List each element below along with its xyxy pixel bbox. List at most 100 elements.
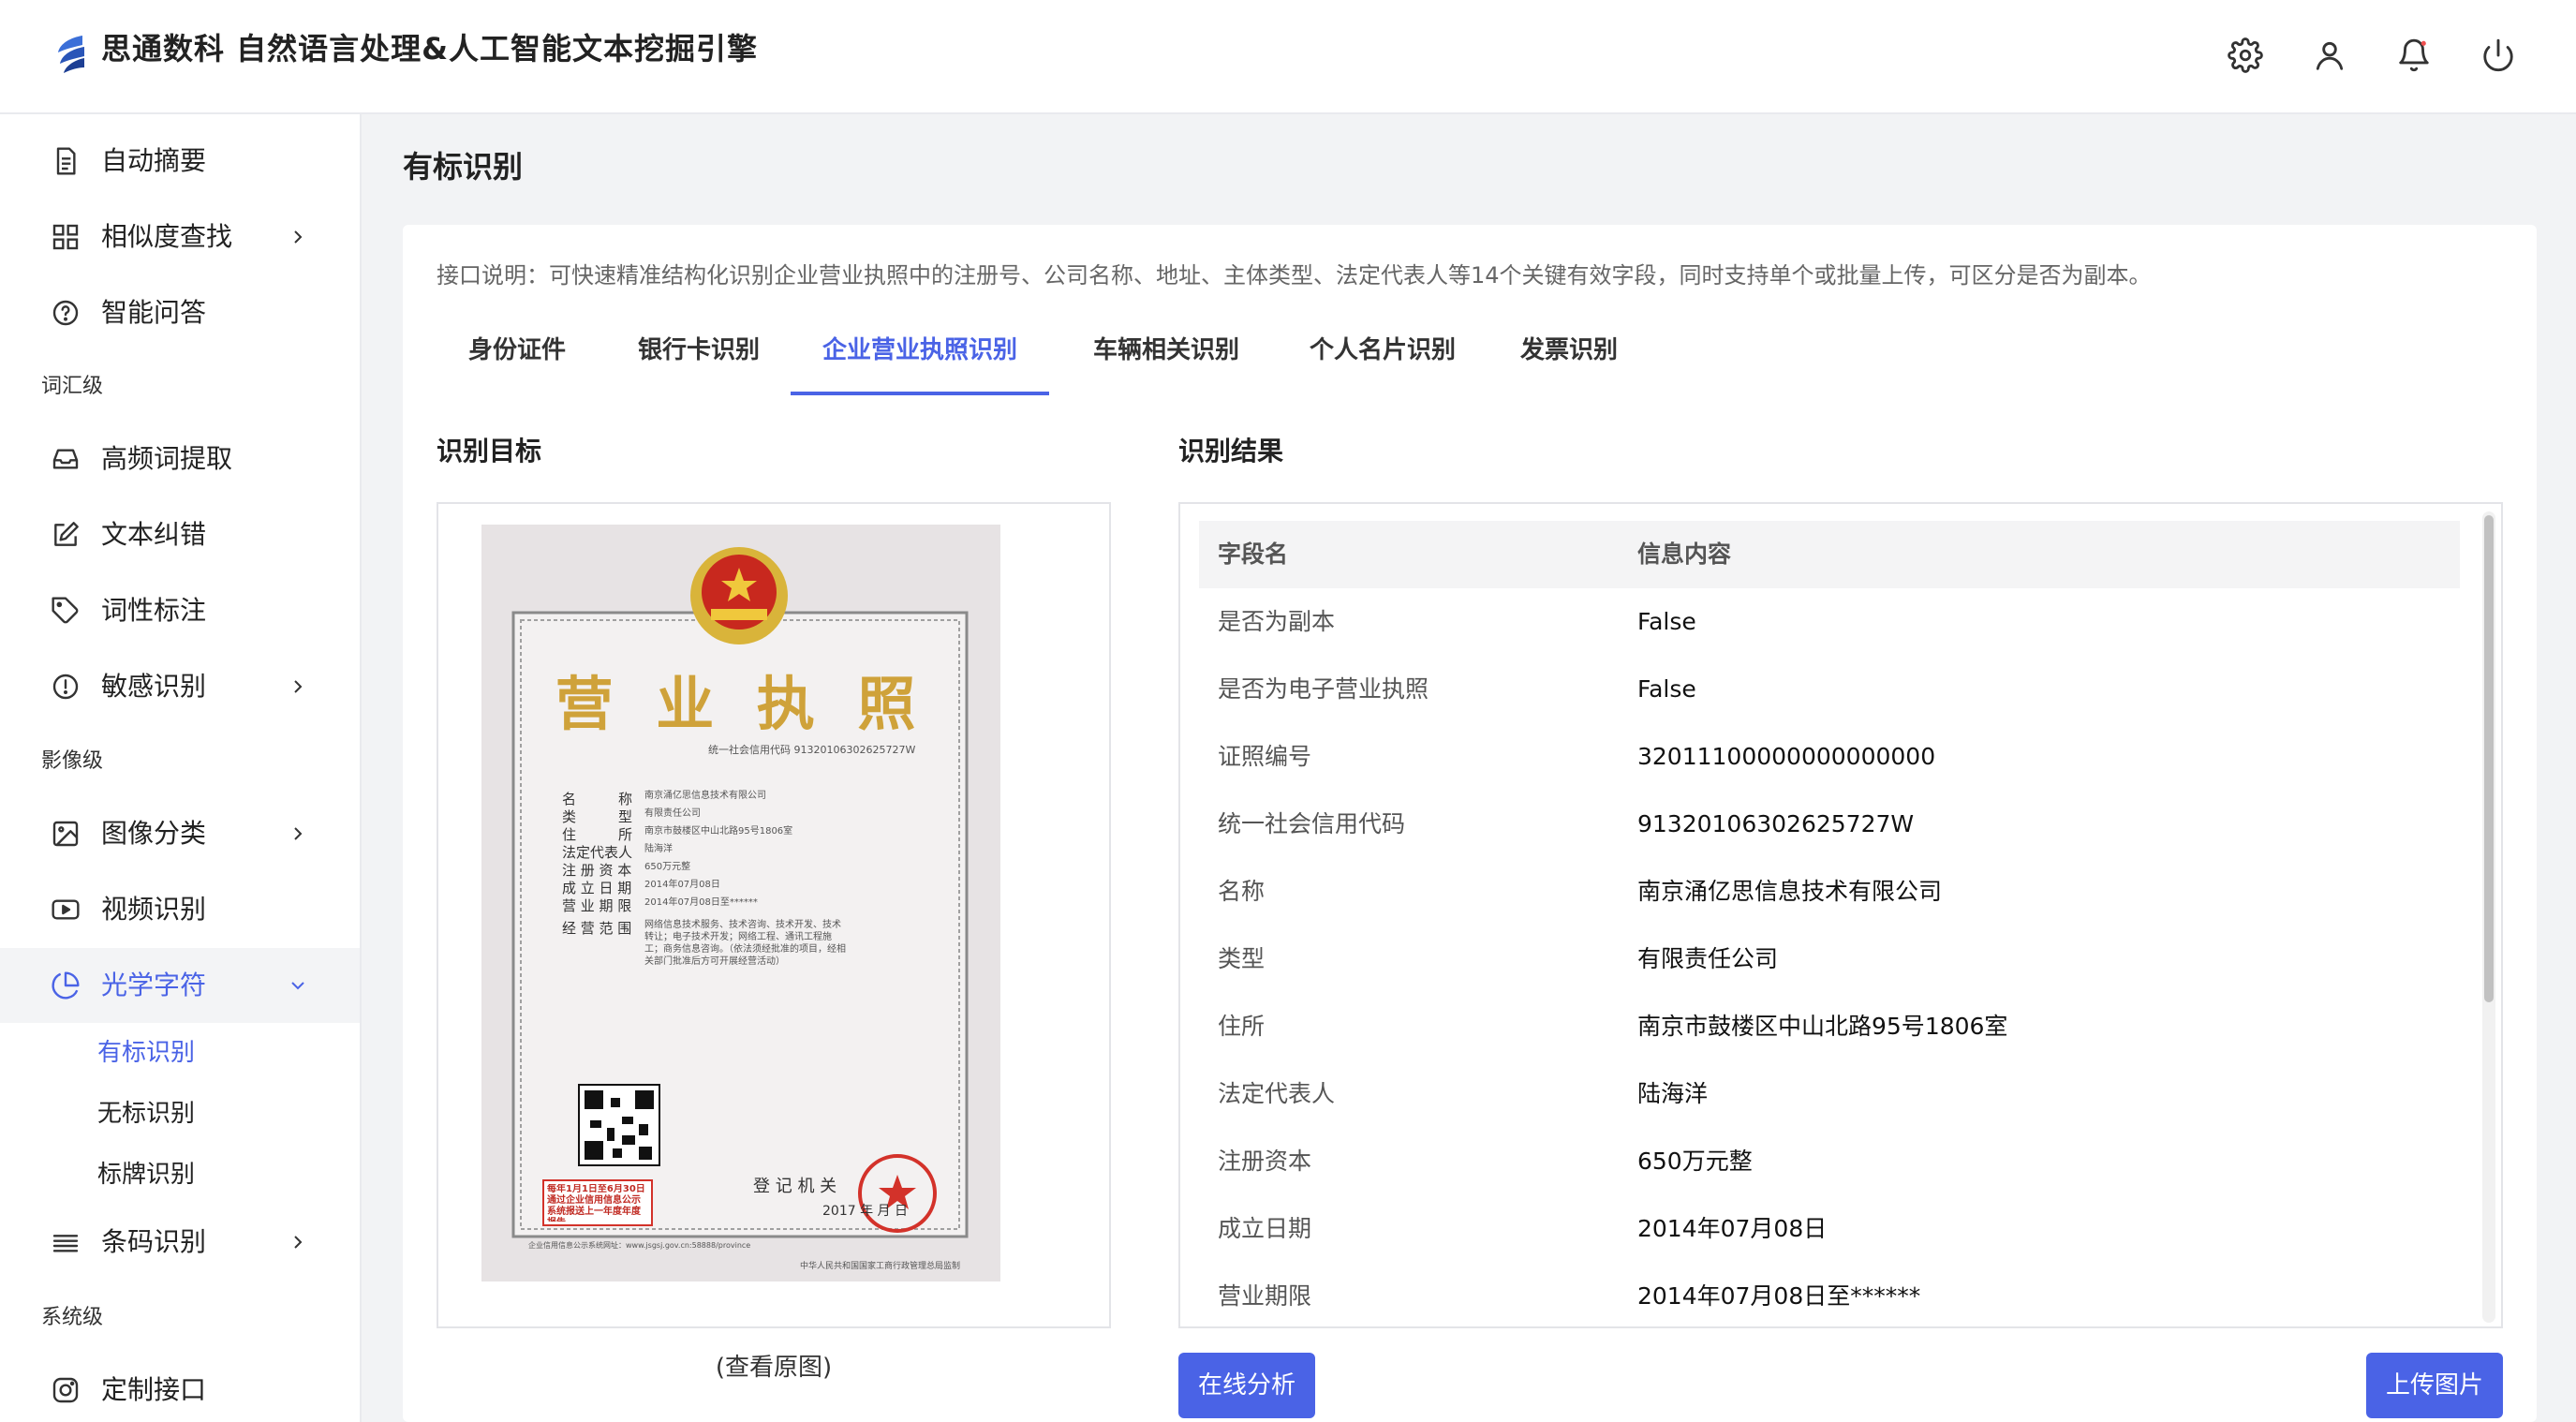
sidebar-item-ocr[interactable]: 光学字符: [0, 948, 360, 1023]
group-label-image: 影像级: [41, 749, 104, 773]
field-name-cell: 住所: [1218, 1013, 1266, 1040]
sidebar-item-keyword-extraction[interactable]: 高频词提取: [0, 422, 360, 496]
field-name-cell: 法定代表人: [1218, 1080, 1336, 1107]
license-field-key: 注 册 资 本: [562, 862, 632, 879]
field-value-cell: 南京市鼓楼区中山北路95号1806室: [1637, 1013, 2008, 1040]
field-name-cell: 营业期限: [1218, 1282, 1312, 1310]
field-name-cell: 证照编号: [1218, 743, 1312, 770]
result-section-title: 识别结果: [1178, 436, 1284, 467]
license-heading: 营 业 执 照: [555, 670, 927, 738]
tab-business-card[interactable]: 个人名片识别: [1278, 330, 1488, 395]
license-date: 2017 年 月 日: [822, 1204, 908, 1219]
license-field-key: 法定代表人: [562, 844, 633, 861]
license-field-value: 2014年07月08日至******: [644, 897, 758, 908]
document-icon: [51, 146, 81, 176]
sidebar-item-text-correction[interactable]: 文本纠错: [0, 497, 360, 572]
license-field-value: 650万元整: [644, 862, 691, 872]
license-field-line: 住 所南京市鼓楼区中山北路95号1806室: [562, 824, 955, 843]
bell-icon[interactable]: [2392, 34, 2435, 77]
sidebar-item-label: 光学字符: [101, 970, 207, 1000]
view-original-link[interactable]: (查看原图): [403, 1349, 1145, 1386]
business-license-image[interactable]: 营 业 执 照 统一社会信用代码 91320106302625727W 名 称南…: [481, 525, 1000, 1281]
sidebar-item-label: 定制接口: [101, 1374, 207, 1405]
sidebar-item-video-recognition[interactable]: 视频识别: [0, 872, 360, 947]
license-field-line: 营 业 期 限 2014年07月08日至******: [562, 896, 955, 914]
field-value-cell: 有限责任公司: [1637, 945, 1779, 972]
chevron-right-icon: [287, 675, 309, 698]
license-field-key: 成 立 日 期: [562, 880, 632, 896]
column-header-value: 信息内容: [1637, 541, 1732, 568]
sub-item-sign-recognition[interactable]: 标牌识别: [97, 1156, 195, 1193]
table-header-row: 字段名 信息内容: [1199, 521, 2460, 588]
analyze-online-button[interactable]: 在线分析: [1178, 1353, 1315, 1418]
scrollbar-thumb[interactable]: [2484, 515, 2494, 1002]
sidebar-item-label: 词性标注: [101, 595, 207, 626]
tab-invoice[interactable]: 发票识别: [1489, 330, 1649, 395]
chevron-right-icon: [287, 822, 309, 845]
sidebar-item-image-classification[interactable]: 图像分类: [0, 796, 360, 871]
license-field-line: 法定代表人 陆海洋: [562, 842, 955, 861]
license-footer-left: 企业信用信息公示系统网址：www.jsgsj.gov.cn:58888/prov…: [528, 1241, 751, 1250]
field-value-cell: 2014年07月08日至******: [1637, 1282, 1921, 1310]
sidebar-item-auto-summary[interactable]: 自动摘要: [0, 124, 360, 199]
table-row: 注册资本 650万元整: [1199, 1128, 2460, 1195]
sidebar-item-barcode[interactable]: 条码识别: [0, 1205, 360, 1280]
field-value-cell: 32011100000000000000: [1637, 743, 1936, 770]
tab-business-license[interactable]: 企业营业执照识别: [791, 330, 1049, 395]
sidebar-item-sensitive[interactable]: 敏感识别: [0, 649, 360, 724]
sidebar-item-label: 视频识别: [101, 894, 207, 925]
upload-image-button[interactable]: 上传图片: [2366, 1353, 2503, 1418]
license-field-key: 名 称: [562, 791, 633, 807]
field-name-cell: 注册资本: [1218, 1148, 1312, 1175]
field-name-cell: 是否为副本: [1218, 608, 1336, 635]
field-name-cell: 名称: [1218, 878, 1266, 905]
sidebar-item-similarity[interactable]: 相似度查找: [0, 200, 360, 274]
field-value-cell: 南京涌亿思信息技术有限公司: [1637, 878, 1943, 905]
gear-icon[interactable]: [2224, 34, 2267, 77]
user-icon[interactable]: [2308, 34, 2351, 77]
result-table-box: 字段名 信息内容 是否为副本 False 是否为电子营业执照 False 证照编号 320…: [1178, 502, 2503, 1328]
sidebar-item-label: 高频词提取: [101, 443, 233, 474]
table-row: 法定代表人 陆海洋: [1199, 1060, 2460, 1128]
tab-bank-card[interactable]: 银行卡识别: [609, 330, 789, 395]
chevron-down-icon: [287, 974, 309, 997]
qr-code-icon: [578, 1084, 660, 1166]
field-value-cell: 650万元整: [1637, 1148, 1753, 1175]
sidebar-item-label: 图像分类: [101, 818, 207, 849]
group-label-vocabulary: 词汇级: [41, 375, 104, 398]
target-section-title: 识别目标: [437, 436, 542, 467]
logo-icon: [54, 34, 88, 75]
sidebar-item-pos-tagging[interactable]: 词性标注: [0, 573, 360, 648]
license-field-value: 有限责任公司: [644, 808, 701, 819]
column-header-field: 字段名: [1218, 541, 1289, 568]
license-annual-notice: 每年1月1日至6月30日通过企业信用信息公示系统报送上一年度年度报告: [547, 1184, 645, 1222]
license-field-value: 南京涌亿思信息技术有限公司: [644, 791, 766, 801]
power-icon[interactable]: [2477, 34, 2520, 77]
field-name-cell: 类型: [1218, 945, 1266, 972]
table-row: 名称 南京涌亿思信息技术有限公司: [1199, 858, 2460, 926]
license-field-value: 网络信息技术服务、技术咨询、技术开发、技术转让；电子技术开发；网络工程、通讯工程…: [644, 920, 846, 967]
field-name-cell: 是否为电子营业执照: [1218, 675, 1429, 703]
table-row: 是否为副本 False: [1199, 588, 2460, 656]
license-field-line: 名 称 南京涌亿思信息技术有限公司: [562, 789, 955, 807]
field-value-cell: False: [1637, 675, 1696, 703]
sidebar-item-label: 自动摘要: [101, 145, 207, 176]
sidebar-item-qa[interactable]: 智能问答: [0, 275, 360, 350]
sidebar-item-label: 相似度查找: [101, 221, 233, 252]
license-field-line: 类 型有限责任公司: [562, 807, 955, 825]
top-header: 思通数科 自然语言处理&人工智能文本挖掘引擎: [0, 0, 2576, 114]
sub-item-labeled-recognition[interactable]: 有标识别: [97, 1034, 195, 1072]
sidebar-item-label: 条码识别: [101, 1226, 207, 1257]
national-emblem-icon: [690, 547, 788, 644]
table-row: 证照编号 32011100000000000000: [1199, 723, 2460, 791]
sidebar-item-custom-api[interactable]: 定制接口: [0, 1353, 360, 1422]
license-field-line: 经 营 范 围网络信息技术服务、技术咨询、技术开发、技术转让；电子技术开发；网络…: [562, 918, 955, 974]
alert-circle-icon: [51, 672, 81, 702]
field-value-cell: 陆海洋: [1637, 1080, 1709, 1107]
tab-id-card[interactable]: 身份证件: [437, 330, 598, 395]
license-footer-right: 中华人民共和国国家工商行政管理总局监制: [800, 1262, 961, 1271]
inbox-icon: [51, 444, 81, 474]
sub-item-unlabeled-recognition[interactable]: 无标识别: [97, 1095, 195, 1133]
tag-icon: [51, 596, 81, 626]
tab-vehicle[interactable]: 车辆相关识别: [1064, 330, 1268, 395]
